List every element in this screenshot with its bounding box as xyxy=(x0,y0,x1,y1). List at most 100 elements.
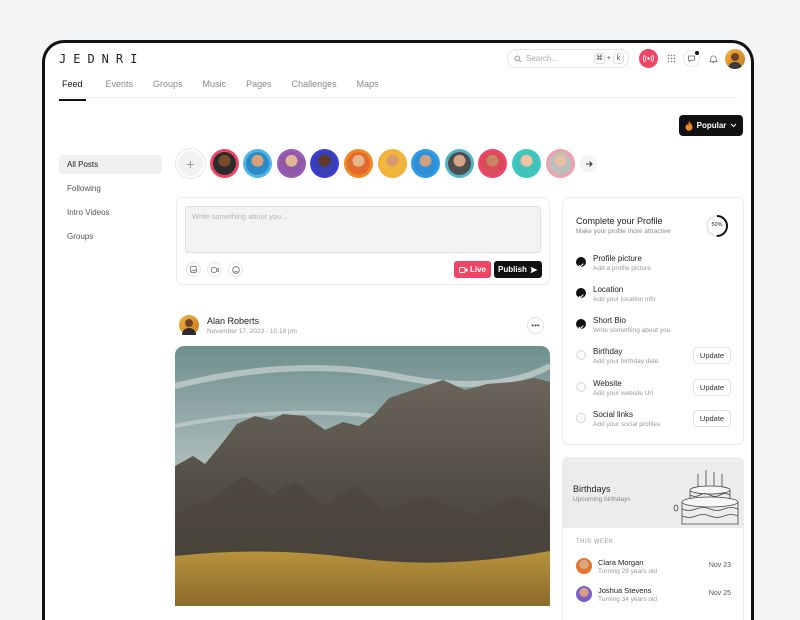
birthdays-title: Birthdays xyxy=(573,484,611,494)
search-shortcut: ⌘ + k xyxy=(593,53,624,64)
story-avatar[interactable] xyxy=(243,149,273,178)
story-avatar[interactable] xyxy=(343,149,373,178)
chat-icon[interactable] xyxy=(683,50,700,67)
sort-dropdown[interactable]: Popular xyxy=(679,115,743,136)
image-icon[interactable] xyxy=(186,262,201,277)
birthdays-header: Birthdays Upcoming birthdays xyxy=(563,458,743,528)
birthday-name: Clara Morgan xyxy=(598,558,644,567)
video-icon[interactable] xyxy=(207,262,222,277)
profile-item-label: Birthday xyxy=(593,347,623,356)
arrow-right-icon[interactable] xyxy=(580,155,598,172)
update-website-button[interactable]: Update xyxy=(693,379,731,396)
story-avatar[interactable] xyxy=(478,149,508,178)
emoji-icon[interactable] xyxy=(228,262,243,277)
bell-icon[interactable] xyxy=(705,50,722,67)
notification-dot xyxy=(695,51,699,55)
live-button-label: Live xyxy=(469,265,486,274)
profile-item-location: Location Add your location info xyxy=(576,285,736,309)
post-timestamp: November 17, 2023 - 10:18 pm xyxy=(207,328,297,335)
update-social-links-button[interactable]: Update xyxy=(693,410,731,427)
shortcut-key: ⌘ xyxy=(593,53,605,64)
video-camera-icon xyxy=(459,266,468,273)
birthdays-card: Birthdays Upcoming birthdays THIS WEEK C… xyxy=(562,457,744,620)
nav-all-posts[interactable]: All Posts xyxy=(59,155,162,174)
nav-intro-videos[interactable]: Intro Videos xyxy=(59,203,162,222)
post-textarea[interactable] xyxy=(185,206,541,253)
post-composer: Live Publish xyxy=(176,197,550,285)
fire-icon xyxy=(685,120,693,131)
birthday-date: Nov 23 xyxy=(708,562,731,569)
profile-item-profile-picture: Profile picture Add a profile picture xyxy=(576,254,736,278)
publish-button-label: Publish xyxy=(498,265,527,274)
profile-item-hint: Add your website Url xyxy=(593,390,653,397)
story-avatar[interactable] xyxy=(545,149,575,178)
sort-label: Popular xyxy=(696,121,727,130)
tab-divider xyxy=(59,97,737,98)
live-icon[interactable] xyxy=(639,49,658,68)
publish-button[interactable]: Publish xyxy=(494,261,542,278)
profile-item-hint: Add a profile picture xyxy=(593,265,651,272)
unchecked-circle-icon[interactable] xyxy=(576,413,586,423)
add-story-button[interactable]: + xyxy=(176,149,205,178)
post-author-name[interactable]: Alan Roberts xyxy=(207,316,259,326)
ellipsis-icon[interactable]: ••• xyxy=(527,317,544,334)
profile-item-label: Short Bio xyxy=(593,316,626,325)
search-icon xyxy=(514,54,522,63)
story-avatar[interactable] xyxy=(209,149,239,178)
birthday-date: Nov 25 xyxy=(708,590,731,597)
story-avatar[interactable] xyxy=(310,149,340,178)
profile-item-birthday: Birthday Add your birthday date Update xyxy=(576,347,736,371)
app-window: JEDNRI Search... ⌘ + k Feed Events Group… xyxy=(42,40,754,620)
live-button[interactable]: Live xyxy=(454,261,491,278)
nav-groups[interactable]: Groups xyxy=(59,227,162,246)
check-icon xyxy=(576,288,586,299)
story-avatar[interactable] xyxy=(411,149,441,178)
profile-card-title: Complete your Profile xyxy=(576,216,663,226)
logo[interactable]: JEDNRI xyxy=(59,52,144,66)
cake-icon xyxy=(673,470,739,525)
shortcut-plus: + xyxy=(606,55,611,62)
birthdays-section-label: THIS WEEK xyxy=(576,539,614,545)
avatar xyxy=(576,558,592,574)
story-avatar[interactable] xyxy=(511,149,541,178)
avatar[interactable] xyxy=(725,49,745,69)
top-bar: JEDNRI Search... ⌘ + k xyxy=(45,43,751,75)
progress-ring: 50% xyxy=(705,214,729,238)
birthday-age: Turning 28 years old xyxy=(598,568,658,575)
profile-item-label: Profile picture xyxy=(593,254,642,263)
progress-label: 50% xyxy=(711,222,723,228)
birthday-person[interactable]: Joshua Stevens Turning 34 years old Nov … xyxy=(576,586,731,608)
birthdays-subtitle: Upcoming birthdays xyxy=(573,496,631,503)
update-birthday-button[interactable]: Update xyxy=(693,347,731,364)
plus-icon: + xyxy=(186,155,195,172)
chevron-down-icon xyxy=(731,123,737,128)
story-avatar[interactable] xyxy=(377,149,407,178)
send-icon xyxy=(530,266,538,273)
nav-following[interactable]: Following xyxy=(59,179,162,198)
profile-item-label: Website xyxy=(593,379,622,388)
complete-profile-card: Complete your Profile Make your profile … xyxy=(562,197,744,445)
birthday-name: Joshua Stevens xyxy=(598,586,652,595)
search-box[interactable]: Search... ⌘ + k xyxy=(507,49,629,68)
unchecked-circle-icon[interactable] xyxy=(576,350,586,360)
profile-item-hint: Add your birthday date xyxy=(593,358,659,365)
profile-card-subtitle: Make your profile more attractive xyxy=(576,228,671,235)
story-avatar[interactable] xyxy=(444,149,474,178)
left-nav: All Posts Following Intro Videos Groups xyxy=(59,155,162,251)
birthday-person[interactable]: Clara Morgan Turning 28 years old Nov 23 xyxy=(576,558,731,580)
profile-item-website: Website Add your website Url Update xyxy=(576,379,736,403)
apps-grid-icon[interactable] xyxy=(663,50,680,67)
search-input[interactable]: Search... xyxy=(526,54,558,63)
profile-item-social-links: Social links Add your social profiles Up… xyxy=(576,410,736,434)
story-avatar[interactable] xyxy=(276,149,306,178)
unchecked-circle-icon[interactable] xyxy=(576,382,586,392)
post-author-avatar[interactable] xyxy=(179,315,199,335)
profile-item-short-bio: Short Bio Write something about you xyxy=(576,316,736,340)
check-icon xyxy=(576,319,586,330)
shortcut-key: k xyxy=(613,53,624,64)
post-image[interactable] xyxy=(175,346,550,606)
profile-item-hint: Add your social profiles xyxy=(593,421,661,428)
check-icon xyxy=(576,257,586,268)
profile-item-label: Social links xyxy=(593,410,634,419)
profile-item-hint: Add your location info xyxy=(593,296,656,303)
